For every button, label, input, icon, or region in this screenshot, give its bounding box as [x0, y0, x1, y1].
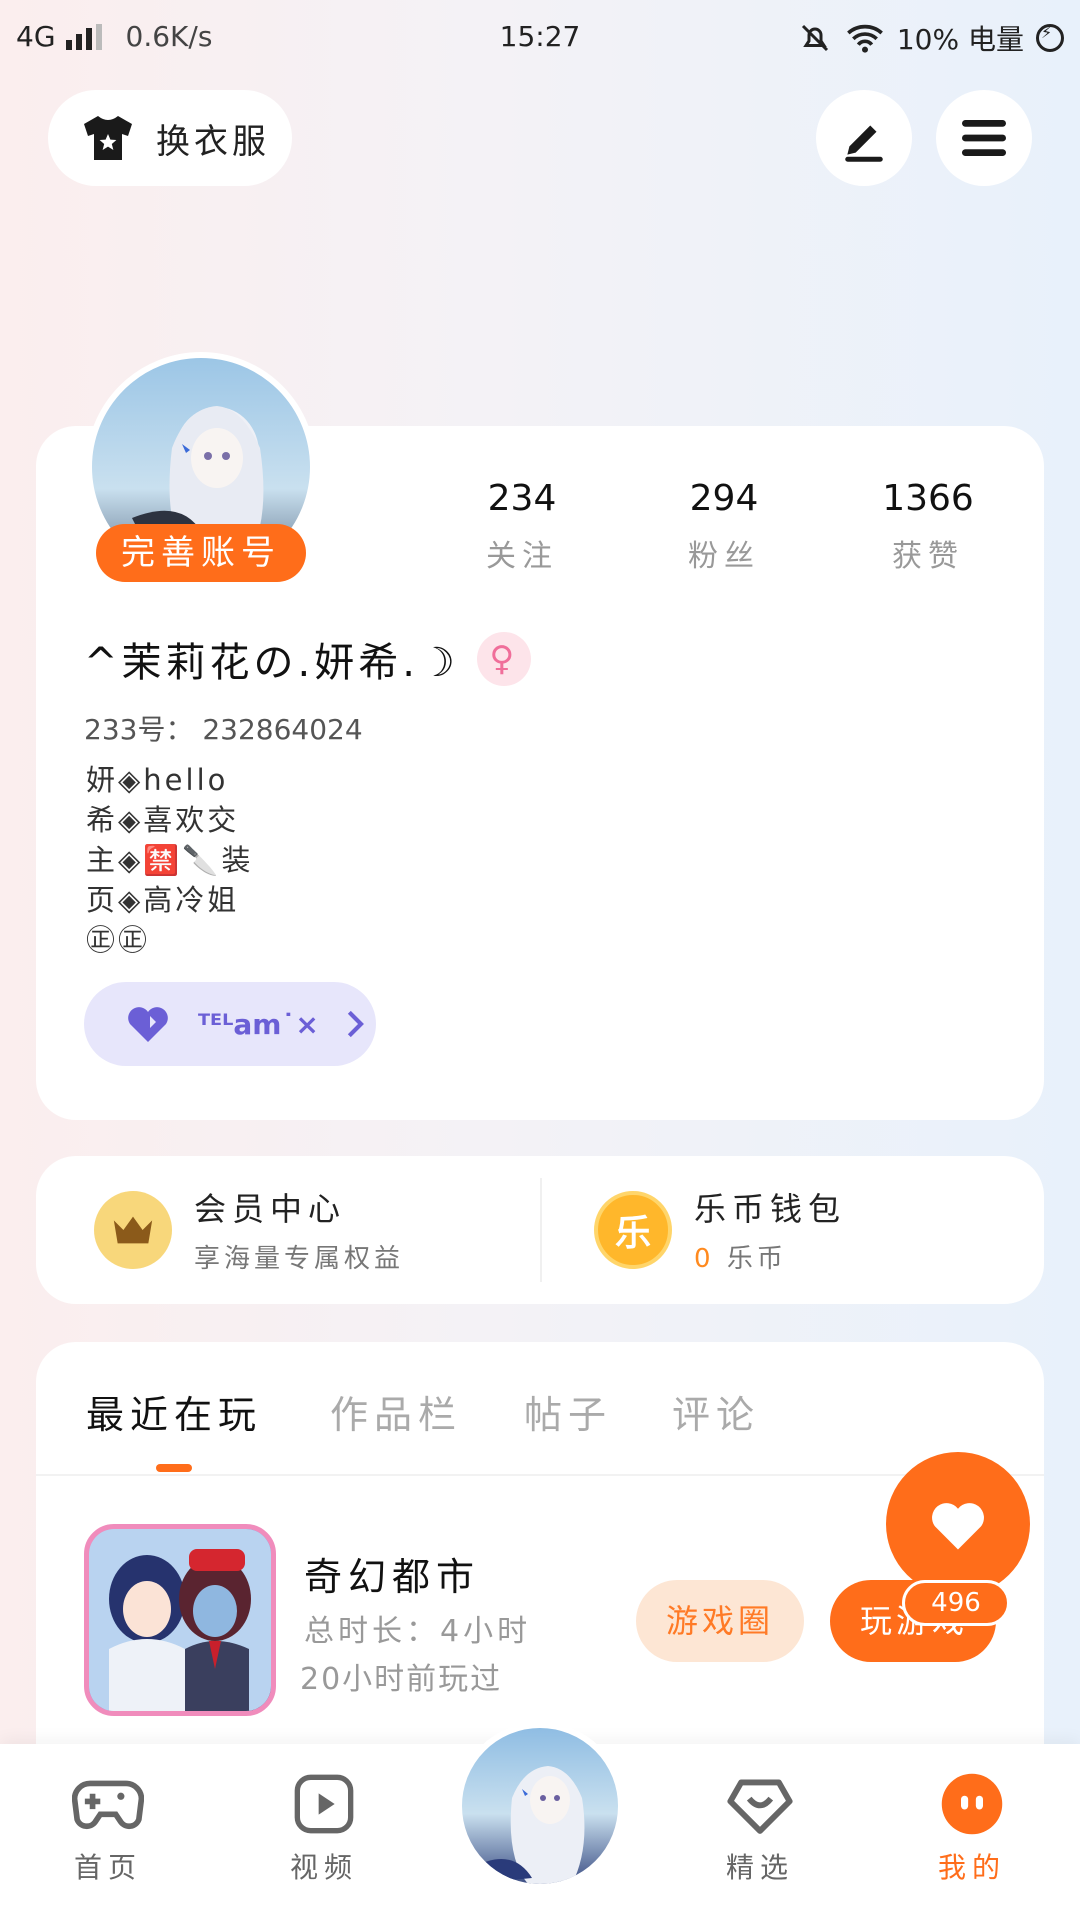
- change-outfit-label: 换衣服: [156, 121, 270, 162]
- heart-icon: [932, 1503, 984, 1550]
- battery-text: 10% 电量: [896, 23, 1024, 56]
- game-last-played: 20小时前玩过: [300, 1662, 503, 1697]
- nav-mine-label: 我的: [937, 1851, 1006, 1884]
- username-text: ^茉莉花の.妍希.☽: [84, 640, 459, 686]
- nav-mine[interactable]: 我的: [902, 1768, 1042, 1886]
- likes-count: 1366: [882, 478, 974, 519]
- tshirt-icon: [84, 116, 132, 160]
- nav-video-label: 视频: [289, 1851, 358, 1884]
- nav-home-label: 首页: [73, 1851, 142, 1884]
- tabs-divider: [36, 1474, 1044, 1476]
- nav-featured[interactable]: 精选: [690, 1768, 830, 1886]
- like-count-badge: 496: [902, 1580, 1010, 1626]
- change-outfit-button[interactable]: 换衣服: [48, 90, 292, 186]
- heart-diamond-icon: [724, 1768, 796, 1840]
- heart-icon: [128, 1007, 168, 1042]
- game-total-time: 总时长：4小时: [304, 1614, 532, 1649]
- bio: 妍◈hello 希◈喜欢交 主◈🈲🔪装 页◈高冷姐 ㊣㊣: [86, 760, 254, 960]
- female-icon: ♀: [476, 632, 531, 686]
- divider: [540, 1178, 542, 1282]
- game-cover-image: [89, 1529, 271, 1711]
- edit-profile-button[interactable]: [816, 90, 912, 186]
- center-avatar-button[interactable]: [456, 1722, 624, 1890]
- wallet-amount: 0: [694, 1244, 715, 1274]
- bio-line: 妍◈hello: [86, 763, 229, 797]
- user-id[interactable]: 233号： 232864024: [84, 708, 363, 748]
- followers-stat[interactable]: 294 粉丝: [644, 478, 804, 575]
- followers-label: 粉丝: [688, 539, 760, 574]
- likes-stat[interactable]: 1366 获赞: [848, 478, 1008, 575]
- gamepad-icon: [72, 1768, 144, 1840]
- wallet-unit: 乐币: [726, 1244, 787, 1274]
- battery-charging-icon: [1036, 23, 1064, 52]
- following-stat[interactable]: 234 关注: [442, 478, 602, 575]
- nav-featured-label: 精选: [725, 1851, 794, 1884]
- bio-line: 希◈喜欢交: [86, 803, 240, 837]
- crown-icon: [94, 1190, 172, 1269]
- nav-home[interactable]: 首页: [38, 1768, 178, 1886]
- center-avatar-image: [472, 1766, 585, 1884]
- status-bar: 4G 0.6K/s 15:27 10% 电量: [0, 0, 1080, 76]
- tab-indicator: [156, 1464, 192, 1472]
- tab-posts[interactable]: 帖子: [524, 1384, 612, 1439]
- wallet-balance: 0 乐币: [694, 1238, 846, 1275]
- pen-icon: [845, 125, 883, 162]
- following-label: 关注: [486, 539, 558, 574]
- coin-icon: 乐: [594, 1190, 672, 1269]
- bio-line: 页◈高冷姐: [86, 883, 240, 917]
- member-center-title: 会员中心: [194, 1190, 347, 1228]
- bio-line: ㊣㊣: [86, 923, 151, 957]
- wallet-title: 乐币钱包: [694, 1190, 847, 1228]
- member-center-button[interactable]: 会员中心 享海量专属权益: [94, 1184, 404, 1275]
- game-icon[interactable]: [84, 1524, 276, 1716]
- wifi-icon: [846, 24, 883, 53]
- tab-comments[interactable]: 评论: [672, 1384, 760, 1439]
- video-play-icon: [288, 1768, 360, 1840]
- hamburger-icon: [962, 120, 1006, 156]
- group-tag-button[interactable]: ᵀᴱᴸam˙×: [84, 982, 376, 1066]
- menu-button[interactable]: [936, 90, 1032, 186]
- like-button[interactable]: [886, 1452, 1030, 1596]
- member-wallet-card: 会员中心 享海量专属权益 乐 乐币钱包 0 乐币: [36, 1156, 1044, 1304]
- face-icon: [936, 1768, 1008, 1840]
- chevron-right-icon: [347, 1010, 364, 1038]
- game-title[interactable]: 奇幻都市: [304, 1546, 480, 1601]
- tab-works[interactable]: 作品栏: [330, 1384, 462, 1439]
- likes-label: 获赞: [892, 539, 964, 574]
- member-center-subtitle: 享海量专属权益: [194, 1244, 405, 1274]
- group-tag-label: ᵀᴱᴸam˙×: [198, 1007, 319, 1041]
- bio-line: 主◈🈲🔪装: [86, 843, 254, 877]
- followers-count: 294: [689, 478, 759, 519]
- mute-bell-icon: [801, 24, 828, 52]
- status-right: 10% 电量: [797, 18, 1064, 58]
- nav-video[interactable]: 视频: [254, 1768, 394, 1886]
- complete-account-button[interactable]: 完善账号: [96, 524, 306, 582]
- wallet-button[interactable]: 乐 乐币钱包 0 乐币: [594, 1184, 846, 1275]
- username: ^茉莉花の.妍希.☽ ♀: [84, 630, 531, 688]
- game-circle-button[interactable]: 游戏圈: [636, 1580, 804, 1662]
- following-count: 234: [487, 478, 557, 519]
- tab-recent-played[interactable]: 最近在玩: [86, 1384, 262, 1439]
